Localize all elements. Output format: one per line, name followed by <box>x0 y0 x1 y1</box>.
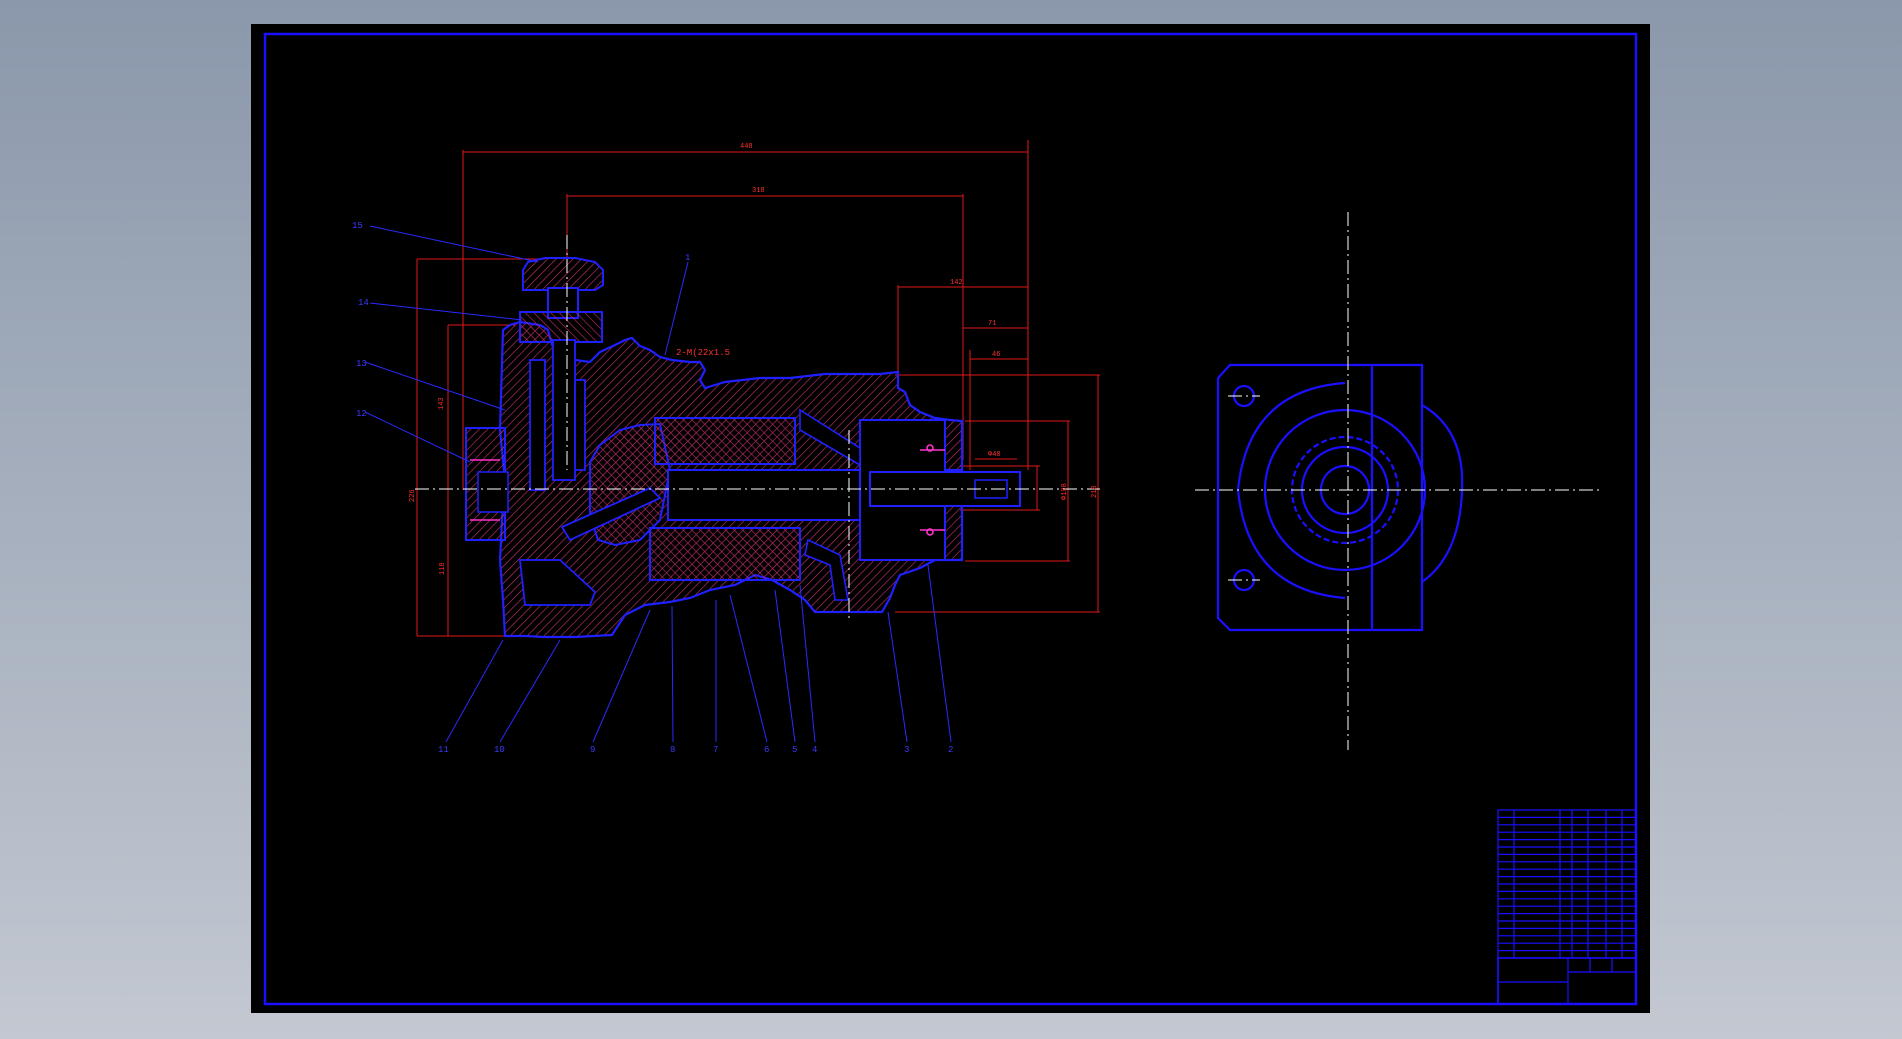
cad-viewport[interactable]: 448 318 142 71 46 143 226 118 Φ40 Φ108 2… <box>0 0 1902 1039</box>
part-label-6: 6 <box>764 745 769 755</box>
drawing-sheet: 448 318 142 71 46 143 226 118 Φ40 Φ108 2… <box>251 24 1650 1013</box>
part-label-4: 4 <box>812 745 817 755</box>
part-label-5: 5 <box>792 745 797 755</box>
control-knob <box>522 257 604 291</box>
part-label-3: 3 <box>904 745 909 755</box>
cylinder-bore <box>654 417 796 465</box>
side-plug-core <box>477 471 509 513</box>
part-label-14: 14 <box>358 298 369 308</box>
dim-flange-dia: Φ108 <box>1061 483 1069 500</box>
dim-448: 448 <box>740 143 753 151</box>
cylinder-bore-lower <box>649 527 801 581</box>
part-label-7: 7 <box>713 745 718 755</box>
dim-outer-dia: 218 <box>1091 485 1099 498</box>
valve-body <box>519 311 603 343</box>
part-label-12: 12 <box>356 409 367 419</box>
dim-142: 142 <box>950 279 963 287</box>
part-label-13: 13 <box>356 359 367 369</box>
inner-void-left <box>529 359 546 491</box>
valve-spool <box>552 339 576 481</box>
dim-71: 71 <box>988 320 996 328</box>
dim-318: 318 <box>752 187 765 195</box>
part-label-1: 1 <box>685 253 690 263</box>
dim-143: 143 <box>438 397 446 410</box>
part-label-9: 9 <box>590 745 595 755</box>
part-label-11: 11 <box>438 745 449 755</box>
dim-46: 46 <box>992 351 1000 359</box>
thread-note: 2-M(22x1.5 <box>676 348 730 358</box>
dim-118: 118 <box>439 562 447 575</box>
part-label-8: 8 <box>670 745 675 755</box>
center-bore <box>667 469 879 521</box>
part-label-10: 10 <box>494 745 505 755</box>
dim-shaft-dia: Φ40 <box>988 451 1001 459</box>
dim-226: 226 <box>409 489 417 502</box>
part-label-15: 15 <box>352 221 363 231</box>
part-label-2: 2 <box>948 745 953 755</box>
